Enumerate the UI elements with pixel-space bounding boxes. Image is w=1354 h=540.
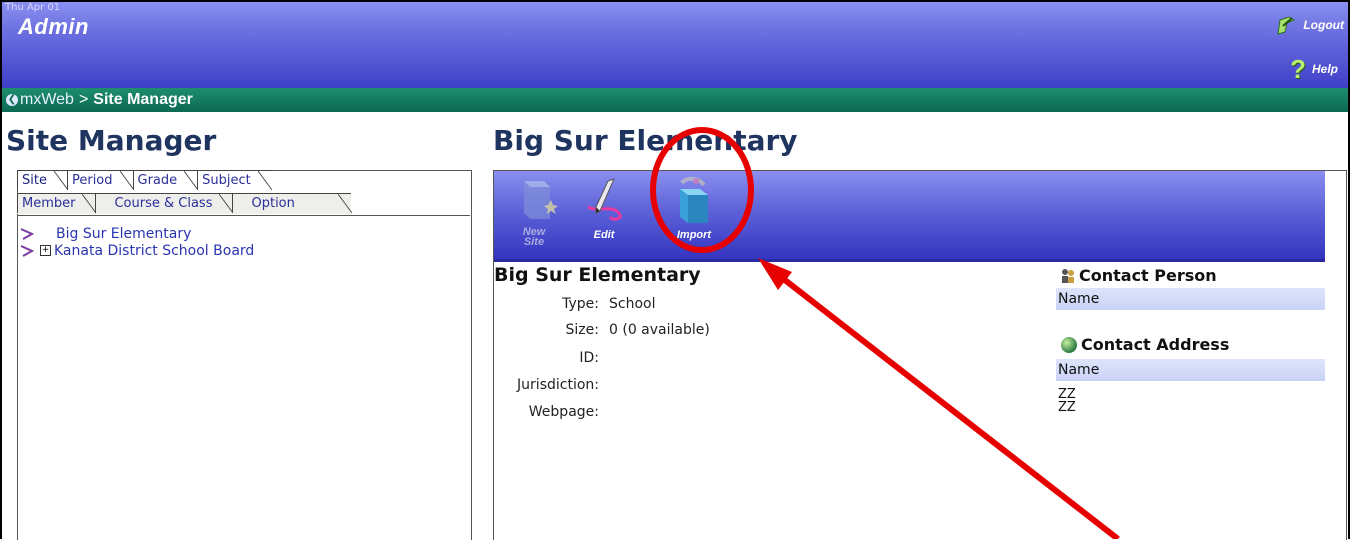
new-site-button[interactable]: New Site <box>504 175 564 248</box>
logout-icon <box>1277 16 1296 35</box>
tree-label: Kanata District School Board <box>54 242 255 259</box>
jurisdiction-label: Jurisdiction: <box>517 377 599 393</box>
address-line: ZZ <box>1058 400 1076 415</box>
webpage-label: Webpage: <box>528 404 599 420</box>
expand-icon[interactable]: + <box>40 245 51 256</box>
back-arrow-icon[interactable]: ❮ <box>6 94 18 106</box>
tab-row-1: Site Period Grade Subject <box>17 170 272 191</box>
logout-link[interactable]: Logout <box>1275 14 1344 36</box>
app-title: Admin <box>18 14 89 39</box>
breadcrumb-current: Site Manager <box>93 91 193 108</box>
toolbar: New Site Edit Import <box>494 171 1325 262</box>
new-site-label: New Site <box>504 227 564 248</box>
site-title: Big Sur Elementary <box>493 124 798 157</box>
contact-person-icon <box>1062 268 1074 283</box>
date-label: Thu Apr 01 <box>5 2 61 13</box>
logout-label: Logout <box>1303 18 1344 32</box>
new-site-icon <box>524 181 558 219</box>
page-title: Site Manager <box>6 124 217 157</box>
contact-person-title: Contact Person <box>1079 266 1217 285</box>
tab-option[interactable]: Option <box>232 193 353 213</box>
tree-item-big-sur[interactable]: Big Sur Elementary <box>20 225 254 242</box>
breadcrumb-root-link[interactable]: mxWeb <box>20 91 74 109</box>
size-label: Size: <box>565 322 599 338</box>
tab-subject[interactable]: Subject <box>197 170 272 190</box>
category-tabs: Site Period Grade Subject Member Course … <box>17 170 427 217</box>
app-header: Thu Apr 01 Admin Logout ? Help <box>2 2 1348 88</box>
contact-address-title: Contact Address <box>1081 335 1230 354</box>
breadcrumb-separator: > <box>78 91 89 108</box>
tab-member[interactable]: Member <box>17 193 97 213</box>
detail-site-name: Big Sur Elementary <box>494 264 701 286</box>
type-value: School <box>609 296 656 312</box>
site-icon <box>20 244 34 257</box>
contact-address-heading: Contact Address <box>1060 335 1229 354</box>
edit-icon <box>587 178 622 221</box>
help-icon: ? <box>1290 54 1306 84</box>
contact-address-name-header: Name <box>1056 359 1325 381</box>
import-button[interactable]: Import <box>664 175 724 245</box>
help-link[interactable]: ? Help <box>1290 54 1338 84</box>
import-label: Import <box>676 229 712 241</box>
contact-person-heading: Contact Person <box>1060 266 1217 285</box>
tab-course-class[interactable]: Course & Class <box>95 193 234 213</box>
contact-person-name-header: Name <box>1056 288 1325 310</box>
edit-button[interactable]: Edit <box>574 175 634 245</box>
tab-site[interactable]: Site <box>17 170 68 190</box>
site-icon <box>20 227 34 240</box>
edit-label: Edit <box>593 229 615 241</box>
tab-period[interactable]: Period <box>66 170 134 190</box>
tab-grade[interactable]: Grade <box>132 170 198 190</box>
globe-icon <box>1061 336 1077 353</box>
tree-item-kanata[interactable]: + Kanata District School Board <box>20 242 254 259</box>
tree-label: Big Sur Elementary <box>56 225 192 242</box>
breadcrumb: ❮ mxWeb > Site Manager <box>2 88 1348 112</box>
site-tree: Big Sur Elementary + Kanata District Sch… <box>20 225 254 259</box>
new-site-label-line2: Site <box>523 236 545 248</box>
size-value: 0 (0 available) <box>609 322 710 338</box>
tab-row-2: Member Course & Class Option <box>17 193 353 214</box>
tab-divider <box>17 215 470 216</box>
help-label: Help <box>1311 62 1338 76</box>
type-label: Type: <box>562 296 599 312</box>
import-icon <box>680 176 708 223</box>
id-label: ID: <box>579 350 599 366</box>
